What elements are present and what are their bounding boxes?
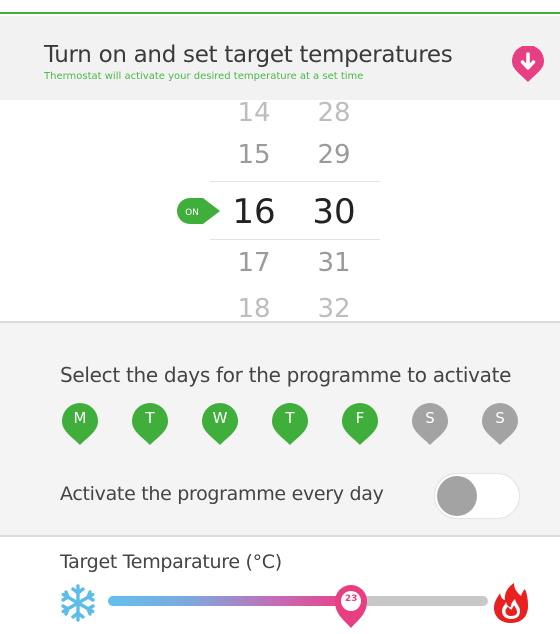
days-panel: Select the days for the programme to act… <box>0 323 560 535</box>
temperature-label: Target Temparature (°C) <box>60 551 282 573</box>
arrow-down-icon[interactable] <box>509 46 547 84</box>
every-day-toggle[interactable] <box>434 473 520 519</box>
minute-option[interactable]: 31 <box>304 248 364 278</box>
minute-option[interactable]: 32 <box>304 294 364 322</box>
day-friday[interactable]: F <box>338 399 382 447</box>
day-label: F <box>355 409 365 427</box>
day-monday[interactable]: M <box>58 399 102 447</box>
flame-icon <box>494 583 528 623</box>
on-label: ON <box>185 208 199 218</box>
day-wednesday[interactable]: W <box>198 399 242 447</box>
hour-option[interactable]: 15 <box>224 140 284 170</box>
minute-option[interactable]: 28 <box>304 100 364 128</box>
days-label: Select the days for the programme to act… <box>60 363 512 387</box>
day-label: T <box>285 409 295 427</box>
minute-selected[interactable]: 30 <box>304 192 364 232</box>
snowflake-icon <box>61 584 95 622</box>
hour-selected[interactable]: 16 <box>224 192 284 232</box>
temperature-slider-fill <box>108 596 352 606</box>
minute-option[interactable]: 29 <box>304 140 364 170</box>
temperature-slider-track[interactable] <box>108 596 488 606</box>
temperature-slider-thumb[interactable]: 23 <box>332 582 370 630</box>
day-tuesday[interactable]: T <box>128 399 172 447</box>
page-subtitle: Thermostat will activate your desired te… <box>44 71 364 82</box>
header: Turn on and set target temperatures Ther… <box>0 16 560 100</box>
page-title: Turn on and set target temperatures <box>44 42 453 68</box>
hour-option[interactable]: 17 <box>224 248 284 278</box>
temperature-panel: Target Temparature (°C) 23 <box>0 537 560 634</box>
day-label: S <box>495 409 505 427</box>
day-label: W <box>212 409 228 427</box>
temperature-value: 23 <box>344 594 358 604</box>
toggle-knob[interactable] <box>437 476 477 516</box>
time-picker[interactable]: 14 28 15 29 16 30 17 31 18 32 ON <box>0 100 560 322</box>
day-label: S <box>425 409 435 427</box>
day-label: M <box>73 409 87 427</box>
selection-line-bottom <box>210 239 380 240</box>
hour-option[interactable]: 14 <box>224 100 284 128</box>
day-sunday[interactable]: S <box>478 399 522 447</box>
hour-option[interactable]: 18 <box>224 294 284 322</box>
selection-line-top <box>210 181 380 182</box>
day-label: T <box>145 409 155 427</box>
on-badge[interactable]: ON <box>175 196 225 226</box>
day-thursday[interactable]: T <box>268 399 312 447</box>
top-accent-bar <box>0 0 560 14</box>
day-saturday[interactable]: S <box>408 399 452 447</box>
every-day-label: Activate the programme every day <box>60 483 384 505</box>
